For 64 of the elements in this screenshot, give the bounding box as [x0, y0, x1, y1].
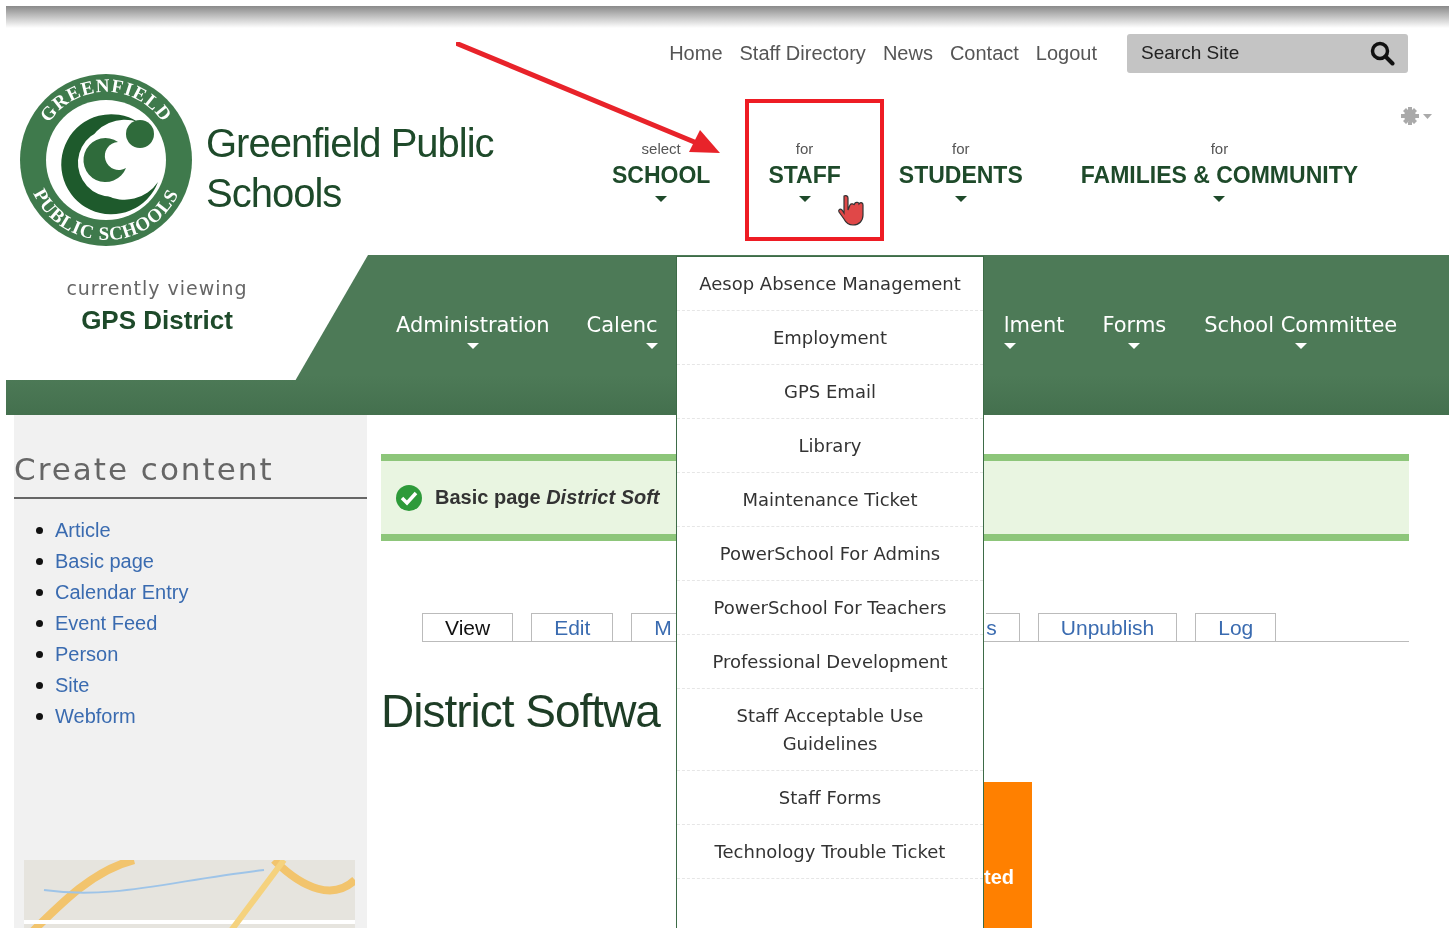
nav-link[interactable]: Home: [669, 41, 723, 65]
caret-icon: [1294, 343, 1307, 349]
site-name: GPS District: [81, 305, 233, 336]
caret-icon: [954, 196, 967, 202]
search-icon[interactable]: [1370, 40, 1395, 66]
main-menu-item[interactable]: lment: [1003, 313, 1065, 349]
content-type-link[interactable]: Article: [55, 519, 111, 542]
dropdown-item[interactable]: PowerSchool For Admins: [677, 527, 983, 581]
nav-link[interactable]: Contact: [949, 41, 1019, 65]
main-menu-item[interactable]: Administration: [396, 313, 550, 349]
dropdown-item[interactable]: Technology Trouble Ticket: [677, 825, 983, 879]
audience-menu-item[interactable]: for FAMILIES & COMMUNITY: [1080, 138, 1359, 202]
caret-icon: [655, 196, 668, 202]
dropdown-item[interactable]: PowerSchool For Teachers: [677, 581, 983, 635]
site-title[interactable]: Greenfield Public Schools: [206, 118, 496, 255]
banner-text: ted: [984, 865, 1014, 889]
tab[interactable]: Edit: [531, 613, 614, 641]
main-menu-item[interactable]: Calenc: [587, 313, 658, 349]
nav-link[interactable]: News: [882, 41, 933, 65]
dropdown-item[interactable]: Aesop Absence Management: [677, 257, 983, 311]
dropdown-item[interactable]: Staff Acceptable Use Guidelines: [677, 689, 983, 771]
dropdown-item[interactable]: Employment: [677, 311, 983, 365]
dropdown-item[interactable]: GPS Email: [677, 365, 983, 419]
bullet-icon: [36, 620, 43, 627]
main-menu-item[interactable]: Forms: [1102, 313, 1167, 349]
sidebar-heading: Create content: [14, 451, 367, 499]
tab[interactable]: Log: [1195, 613, 1277, 641]
caret-icon: [466, 343, 479, 349]
audience-menu-item[interactable]: for STUDENTS: [898, 138, 1023, 202]
page-title: District Softwa: [381, 684, 660, 738]
bullet-icon: [36, 527, 43, 534]
check-icon: [395, 483, 423, 512]
tab[interactable]: M: [631, 613, 679, 641]
bullet-icon: [36, 589, 43, 596]
caret-icon: [1128, 343, 1141, 349]
tab[interactable]: View: [422, 613, 514, 641]
caret-icon: [798, 196, 811, 202]
tab[interactable]: Unpublish: [1037, 613, 1178, 641]
nav-link[interactable]: Staff Directory: [739, 41, 866, 65]
caret-icon: [1003, 343, 1016, 349]
caret-icon: [1213, 196, 1226, 202]
content-type-link[interactable]: Webform: [55, 705, 136, 728]
dropdown-item[interactable]: Library: [677, 419, 983, 473]
content-type-link[interactable]: Event Feed: [55, 612, 158, 635]
content-type-link[interactable]: Site: [55, 674, 90, 697]
tab[interactable]: s: [986, 613, 1020, 641]
nav-link[interactable]: Logout: [1035, 41, 1097, 65]
audience-menu-item[interactable]: for STAFF: [768, 138, 841, 202]
main-menu-item[interactable]: School Committee: [1204, 313, 1398, 349]
viewing-caption: currently viewing: [66, 277, 248, 299]
bullet-icon: [36, 558, 43, 565]
content-type-link[interactable]: Calendar Entry: [55, 581, 189, 604]
audience-menu-item[interactable]: select SCHOOL: [612, 138, 711, 202]
caret-icon: [645, 343, 658, 349]
bullet-icon: [36, 713, 43, 720]
message-text: Basic page District Soft: [435, 486, 660, 509]
content-type-link[interactable]: Person: [55, 643, 119, 666]
dropdown-item[interactable]: Maintenance Ticket: [677, 473, 983, 527]
bullet-icon: [36, 651, 43, 658]
content-type-link[interactable]: Basic page: [55, 550, 154, 573]
search-field[interactable]: Search Site: [1127, 33, 1408, 73]
dropdown-item[interactable]: Staff Forms: [677, 771, 983, 825]
bullet-icon: [36, 682, 43, 689]
dropdown-item[interactable]: Professional Development: [677, 635, 983, 689]
